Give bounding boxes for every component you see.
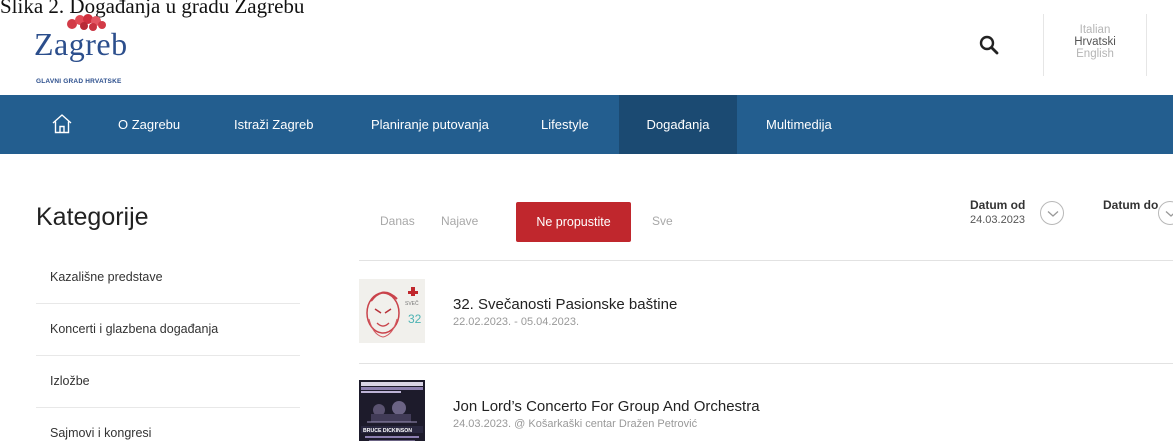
date-from-dropdown-button[interactable]: [1040, 201, 1064, 225]
passion-heritage-poster-image: SVEČ 32: [359, 279, 425, 343]
event-dates: 22.02.2023. - 05.04.2023.: [453, 316, 579, 328]
category-label: Izložbe: [50, 374, 90, 388]
search-button[interactable]: [978, 34, 1000, 56]
svg-text:SVEČ: SVEČ: [405, 300, 419, 307]
event-date-venue: 24.03.2023. @ Košarkaški centar Dražen P…: [453, 418, 698, 430]
zagreb-logo[interactable]: Zagreb GLAVNI GRAD HRVATSKE: [34, 8, 164, 88]
nav-item-planiranje-putovanja[interactable]: Planiranje putovanja: [371, 95, 489, 154]
language-english[interactable]: English: [1044, 48, 1146, 60]
category-item-fairs[interactable]: Sajmovi i kongresi: [36, 408, 300, 441]
category-item-theatre[interactable]: Kazališne predstave: [36, 252, 300, 304]
language-italian[interactable]: Italian: [1044, 24, 1146, 36]
event-title[interactable]: Jon Lord’s Concerto For Group And Orches…: [453, 398, 760, 415]
tab-najave[interactable]: Najave: [441, 214, 478, 228]
tab-danas[interactable]: Danas: [380, 214, 415, 228]
category-item-exhibitions[interactable]: Izložbe: [36, 356, 300, 408]
language-croatian[interactable]: Hrvatski: [1044, 36, 1146, 48]
nav-item-multimedija[interactable]: Multimedija: [766, 95, 832, 154]
nav-home-button[interactable]: [50, 112, 74, 136]
event-title[interactable]: 32. Svečanosti Pasionske baštine: [453, 296, 677, 313]
event-thumbnail[interactable]: BRUCE DICKINSON: [359, 380, 425, 441]
language-divider-right: [1146, 14, 1147, 76]
tab-sve[interactable]: Sve: [652, 214, 673, 228]
event-list-divider: [359, 260, 1173, 261]
date-to-dropdown-button[interactable]: [1158, 201, 1173, 225]
nav-item-lifestyle[interactable]: Lifestyle: [541, 95, 589, 154]
logo-tagline: GLAVNI GRAD HRVATSKE: [36, 78, 122, 85]
category-label: Koncerti i glazbena događanja: [50, 322, 219, 336]
categories-title: Kategorije: [36, 203, 149, 231]
svg-text:32: 32: [408, 312, 422, 326]
nav-item-o-zagrebu[interactable]: O Zagrebu: [118, 95, 180, 154]
date-from-value[interactable]: 24.03.2023: [970, 214, 1025, 226]
home-icon: [52, 114, 72, 134]
tab-ne-propustite[interactable]: Ne propustite: [516, 202, 631, 242]
date-to-label: Datum do: [1103, 198, 1159, 212]
nav-item-istrazi-zagreb[interactable]: Istraži Zagreb: [234, 95, 313, 154]
chevron-down-icon: [1165, 211, 1173, 217]
chevron-down-icon: [1047, 211, 1059, 217]
language-switcher: Italian Hrvatski English: [1044, 24, 1146, 60]
poster-caption: BRUCE DICKINSON: [363, 428, 412, 434]
search-icon: [979, 35, 999, 55]
category-label: Kazališne predstave: [50, 270, 163, 284]
event-thumbnail[interactable]: SVEČ 32: [359, 279, 425, 343]
main-navbar: O Zagrebu Istraži Zagreb Planiranje puto…: [0, 95, 1173, 154]
category-item-concerts[interactable]: Koncerti i glazbena događanja: [36, 304, 300, 356]
logo-wordmark: Zagreb: [34, 26, 128, 62]
nav-item-dogadanja[interactable]: Događanja: [619, 95, 737, 154]
concert-poster-image: BRUCE DICKINSON: [359, 380, 425, 441]
category-label: Sajmovi i kongresi: [50, 426, 152, 440]
event-list-divider: [359, 363, 1173, 364]
date-from-label: Datum od: [970, 198, 1026, 212]
